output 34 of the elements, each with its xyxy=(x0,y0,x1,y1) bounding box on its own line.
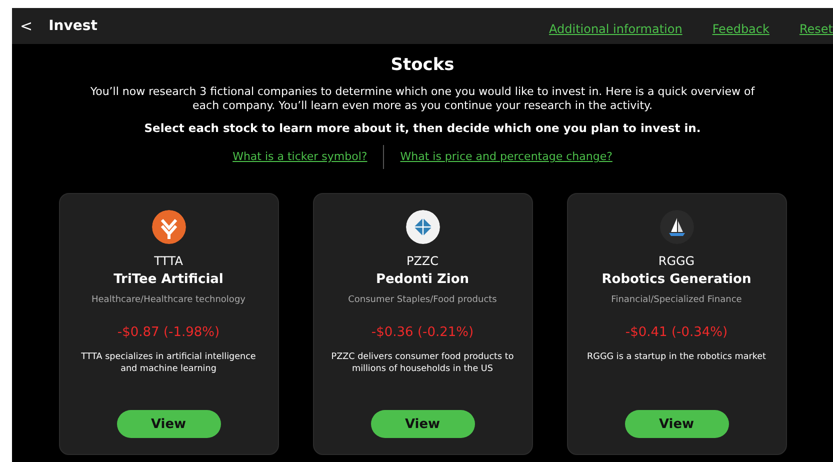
company-logo-icon xyxy=(660,210,694,244)
header-link[interactable]: Reset xyxy=(799,20,833,38)
view-button[interactable]: View xyxy=(370,410,474,438)
price-change: -$0.87 (-1.98%) xyxy=(117,324,220,342)
section-heading: Stocks xyxy=(390,54,454,77)
ticker-symbol: PZZC xyxy=(406,253,439,270)
company-logo-icon xyxy=(406,210,440,244)
page-title: Invest xyxy=(48,16,98,36)
company-name: Pedonti Zion xyxy=(376,271,470,290)
view-button[interactable]: View xyxy=(116,410,220,438)
company-description: TTTA specializes in artificial intelligence and machine learning xyxy=(80,350,257,376)
company-description: PZZC delivers consumer food products to millions of households in the US xyxy=(330,350,515,376)
sector-label: Consumer Staples/Food products xyxy=(348,294,497,307)
instruction-text: Select each stock to learn more about it, then decide which one you plan to invest in. xyxy=(144,120,701,138)
price-change: -$0.41 (-0.34%) xyxy=(625,324,728,342)
intro-text: You’ll now research 3 fictional companies to determine which one you would like to invest in. Here is a quick overview of each company. You’ll learn even more as you continue your research in the activity. xyxy=(89,84,756,114)
view-button[interactable]: View xyxy=(624,410,728,438)
ticker-symbol: TTTA xyxy=(154,253,183,270)
sector-label: Financial/Specialized Finance xyxy=(611,294,742,307)
price-change: -$0.36 (-0.21%) xyxy=(371,324,474,342)
help-link[interactable]: What is price and percentage change? xyxy=(400,149,612,166)
company-name: TriTee Artificial xyxy=(114,271,224,290)
company-name: Robotics Generation xyxy=(602,271,752,290)
sector-label: Healthcare/Healthcare technology xyxy=(92,294,246,307)
company-logo-icon xyxy=(152,210,186,244)
header-link[interactable]: Feedback xyxy=(712,20,770,38)
ticker-symbol: RGGG xyxy=(658,253,695,270)
back-button[interactable]: < xyxy=(20,14,33,38)
company-description: RGGG is a startup in the robotics market xyxy=(586,350,767,364)
stock-card[interactable]: TTTA TriTee Artificial Healthcare/Healthcare technology -$0.87 (-1.98%) TTTA specializes in artificial intelligence and machine learning View xyxy=(58,193,278,456)
stock-card[interactable]: RGGG Robotics Generation Financial/Specialized Finance -$0.41 (-0.34%) RGGG is a startup in the robotics market View xyxy=(566,193,786,456)
help-link[interactable]: What is a ticker symbol? xyxy=(232,149,368,166)
header-link[interactable]: Additional information xyxy=(549,20,682,38)
stock-card[interactable]: PZZC Pedonti Zion Consumer Staples/Food products -$0.36 (-0.21%) PZZC delivers consumer food products to millions of households in the US View xyxy=(312,193,532,456)
